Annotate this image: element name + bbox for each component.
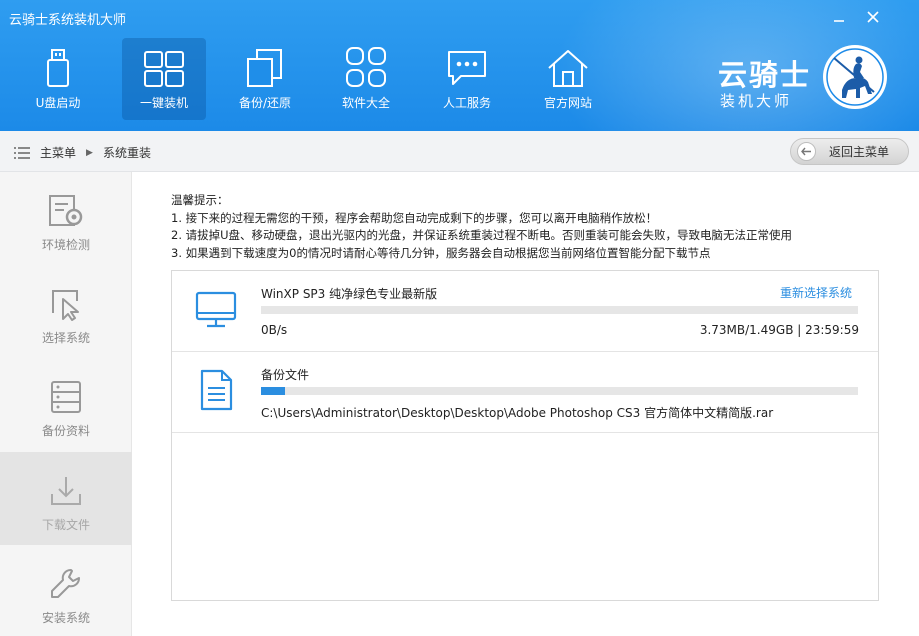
monitor-icon xyxy=(195,291,237,328)
nav-label: 官方网站 xyxy=(543,96,592,110)
backup-file-path: C:\Users\Administrator\Desktop\Desktop\A… xyxy=(261,406,774,420)
nav-label: U盘启动 xyxy=(35,96,81,110)
tip-line: 3. 如果遇到下载速度为0的情况时请耐心等待几分钟，服务器会自动根据您当前网络位… xyxy=(171,245,711,260)
close-icon xyxy=(867,11,879,23)
step-label: 下载文件 xyxy=(41,518,90,532)
back-to-main-button[interactable]: 返回主菜单 xyxy=(790,138,909,165)
knight-rider-logo xyxy=(823,45,887,109)
apps-grid-icon xyxy=(345,38,387,92)
usb-drive-icon xyxy=(45,38,71,92)
back-arrow-icon xyxy=(797,142,816,161)
step-backup-data[interactable]: 备份资料 xyxy=(0,358,132,451)
step-download-files[interactable]: 下载文件 xyxy=(0,452,132,545)
tips-heading: 温馨提示： xyxy=(171,193,229,207)
brand-subtitle: 装机大师 xyxy=(720,92,793,110)
minimize-button[interactable] xyxy=(826,6,852,28)
nav-usb-boot[interactable]: U盘启动 xyxy=(18,38,98,120)
nav-label: 人工服务 xyxy=(442,96,491,110)
step-install-system[interactable]: 安装系统 xyxy=(0,545,132,636)
back-button-label: 返回主菜单 xyxy=(829,145,890,159)
breadcrumb-bar: 主菜单 ▶ 系统重装 返回主菜单 xyxy=(0,131,919,172)
step-env-check[interactable]: 环境检测 xyxy=(0,172,132,265)
windows-icon xyxy=(143,38,185,92)
breadcrumb-arrow-icon: ▶ xyxy=(86,147,93,158)
database-icon xyxy=(50,378,82,416)
chat-bubble-icon xyxy=(445,38,489,92)
download-name: 备份文件 xyxy=(261,368,310,382)
minimize-icon xyxy=(834,20,844,22)
nav-label: 备份/还原 xyxy=(238,96,292,110)
backup-restore-icon xyxy=(245,38,285,92)
backup-progress-bar xyxy=(261,387,858,395)
download-speed: 0B/s xyxy=(261,323,288,337)
nav-human-service[interactable]: 人工服务 xyxy=(425,38,509,120)
title-bar: 云骑士系统装机大师 U盘启动 一键装机 备份/还原 软件大全 人工服务 官方网站… xyxy=(0,0,919,131)
download-row-backup: 备份文件 C:\Users\Administrator\Desktop\Desk… xyxy=(172,352,878,433)
download-progress-bar xyxy=(261,306,858,314)
step-label: 备份资料 xyxy=(41,424,90,438)
tip-line: 2. 请拔掉U盘、移动硬盘，退出光驱内的光盘，并保证系统重装过程不断电。否则重装… xyxy=(171,228,793,243)
download-panel: WinXP SP3 纯净绿色专业最新版 重新选择系统 0B/s 3.73MB/1… xyxy=(171,270,879,601)
nav-official-site[interactable]: 官方网站 xyxy=(526,38,610,120)
progress-fill xyxy=(261,387,285,395)
close-button[interactable] xyxy=(860,6,886,28)
nav-label: 一键装机 xyxy=(139,96,188,110)
tip-line: 1. 接下来的过程无需您的干预，程序会帮助您自动完成剩下的步骤，您可以离开电脑稍… xyxy=(171,210,658,225)
step-label: 安装系统 xyxy=(41,611,90,625)
breadcrumb-root[interactable]: 主菜单 xyxy=(40,144,76,161)
brand-name: 云骑士 xyxy=(718,58,812,92)
reselect-system-link[interactable]: 重新选择系统 xyxy=(780,284,852,301)
nav-one-click-install[interactable]: 一键装机 xyxy=(122,38,206,120)
download-row-system: WinXP SP3 纯净绿色专业最新版 重新选择系统 0B/s 3.73MB/1… xyxy=(172,271,878,352)
document-icon xyxy=(200,369,233,411)
step-select-system[interactable]: 选择系统 xyxy=(0,265,132,358)
brand: 云骑士 装机大师 xyxy=(712,40,902,120)
window-title: 云骑士系统装机大师 xyxy=(9,13,127,28)
nav-backup-restore[interactable]: 备份/还原 xyxy=(223,38,307,120)
nav-label: 软件大全 xyxy=(341,96,390,110)
download-status: 3.73MB/1.49GB | 23:59:59 xyxy=(699,323,859,337)
step-label: 环境检测 xyxy=(41,238,90,252)
main-nav: U盘启动 一键装机 备份/还原 软件大全 人工服务 官方网站 xyxy=(18,38,627,120)
step-sidebar: 环境检测 选择系统 备份资料 下载文件 安装系统 xyxy=(0,172,132,636)
step-label: 选择系统 xyxy=(41,331,90,345)
download-icon xyxy=(49,472,83,510)
tips-text: 温馨提示： 1. 接下来的过程无需您的干预，程序会帮助您自动完成剩下的步骤，您可… xyxy=(171,192,792,262)
wrench-icon xyxy=(49,565,83,603)
nav-software[interactable]: 软件大全 xyxy=(324,38,408,120)
breadcrumb-current: 系统重装 xyxy=(102,146,151,160)
breadcrumb: 主菜单 ▶ 系统重装 xyxy=(14,144,151,161)
select-cursor-icon xyxy=(49,285,83,323)
home-icon xyxy=(546,38,590,92)
download-name: WinXP SP3 纯净绿色专业最新版 xyxy=(261,287,438,301)
menu-list-icon xyxy=(14,146,30,159)
env-check-icon xyxy=(48,192,84,230)
